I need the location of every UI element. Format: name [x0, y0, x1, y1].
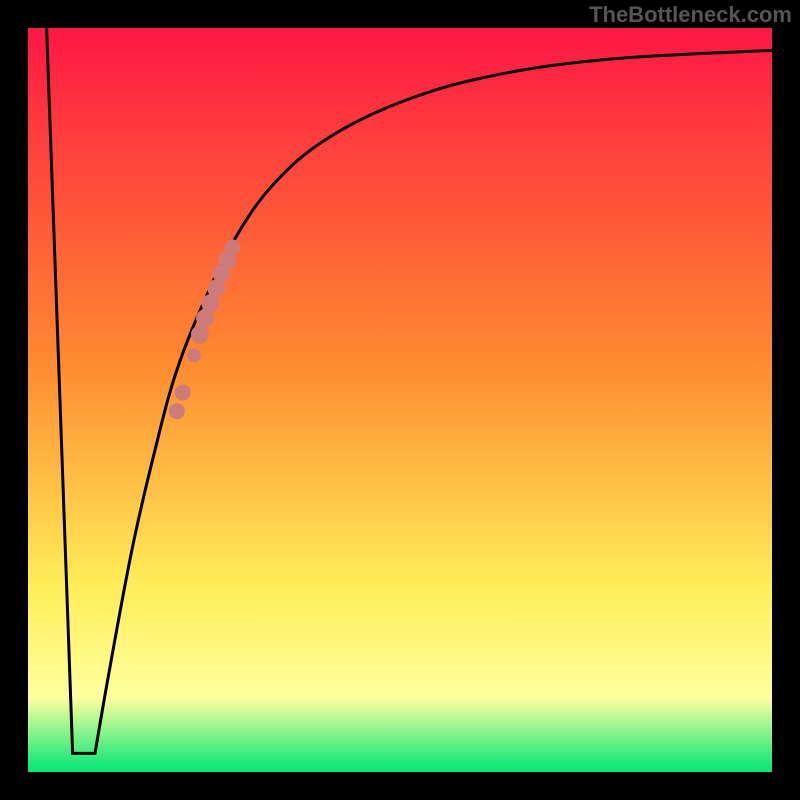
data-dot: [187, 348, 201, 362]
data-dot: [225, 239, 241, 255]
plot-area: [28, 28, 772, 772]
data-dot: [175, 385, 191, 401]
watermark-text: TheBottleneck.com: [589, 2, 792, 28]
chart-container: TheBottleneck.com: [0, 0, 800, 800]
data-dot: [191, 326, 209, 344]
bottleneck-chart: [0, 0, 800, 800]
data-dot: [169, 403, 185, 419]
